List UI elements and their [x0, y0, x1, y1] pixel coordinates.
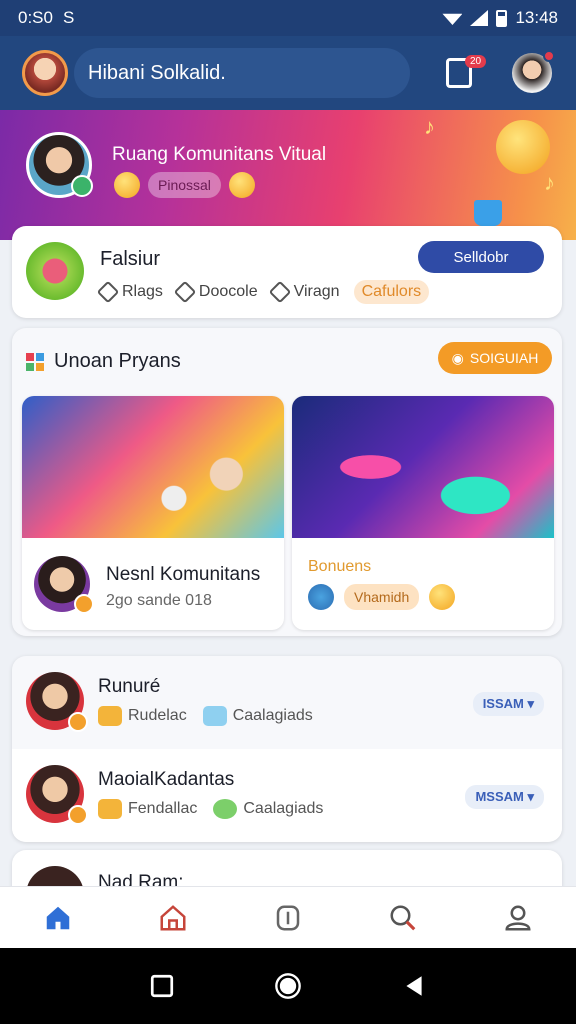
- hero-title: Ruang Komunitans Vitual: [112, 144, 327, 165]
- status-bar: 0:S0 S 13:48: [0, 0, 576, 36]
- box-icon: [98, 706, 122, 726]
- music-note-icon: ♪: [544, 170, 555, 195]
- search-icon[interactable]: [387, 902, 419, 934]
- profile-card[interactable]: Falsiur Rlags Doocole Viragn Cafulors Se…: [12, 226, 562, 318]
- arcade-image: [22, 396, 284, 538]
- featured-title: Unoan Pryans: [54, 350, 181, 372]
- verified-icon: [71, 175, 93, 197]
- globe-icon: [308, 584, 334, 610]
- app-bar: Hibani Solkalid. 20: [0, 36, 576, 110]
- badge-icon: [74, 594, 94, 614]
- tag-label: Viragn: [293, 283, 340, 300]
- star-emoji-icon: [228, 172, 255, 198]
- music-note-icon: ♪: [424, 114, 435, 139]
- list-title: Runuré: [98, 676, 161, 697]
- profile-card-avatar: [26, 242, 84, 300]
- list-meta: Rudelac: [128, 707, 187, 724]
- tag-label: Rlags: [122, 283, 163, 300]
- card-title: Nesnl Komunitans: [106, 564, 261, 585]
- profile-avatar[interactable]: [512, 50, 555, 93]
- grid-icon: [26, 352, 44, 371]
- store-icon[interactable]: [157, 902, 189, 934]
- card-pill[interactable]: Vhamidh: [344, 584, 420, 610]
- wifi-icon: [442, 13, 463, 25]
- list-chip[interactable]: ISSAM ▾: [472, 692, 544, 716]
- battery-icon: [496, 9, 508, 27]
- big-emoji-icon: [496, 120, 550, 174]
- notification-icon[interactable]: 20: [446, 55, 487, 88]
- badge-icon: [68, 805, 88, 825]
- tag-item[interactable]: Rlags: [96, 280, 163, 304]
- smile-emoji-icon: [114, 172, 140, 198]
- cup-icon: [474, 200, 502, 226]
- list-item[interactable]: MaoialKadantas Fendallac Caalagiads MSSA…: [12, 749, 562, 842]
- app-title: Hibani Solkalid.: [88, 61, 226, 84]
- status-clock: 13:48: [515, 8, 558, 27]
- tag-label: Doocole: [198, 283, 258, 300]
- circle-icon: ◉: [451, 349, 464, 366]
- community-list: Runuré Rudelac Caalagiads ISSAM ▾ Maoial…: [12, 656, 562, 842]
- signal-icon: [470, 10, 489, 26]
- recents-icon[interactable]: [149, 973, 175, 999]
- status-time: 0:S0: [18, 8, 53, 27]
- profile-icon[interactable]: [502, 902, 534, 934]
- card-avatar: [34, 556, 94, 614]
- star-icon: [268, 280, 291, 304]
- smile-icon: [213, 799, 238, 819]
- list-chip[interactable]: MSSAM ▾: [465, 785, 544, 809]
- hero-pill[interactable]: Pinossal: [148, 172, 221, 198]
- list-avatar: [26, 672, 88, 732]
- system-nav: [0, 948, 576, 1024]
- game-card[interactable]: Bonuens Vhamidh: [292, 396, 554, 630]
- status-indicator: S: [62, 8, 75, 27]
- game-card[interactable]: Nesnl Komunitans 2go sande 018: [22, 396, 284, 630]
- diamond-icon: [96, 280, 120, 304]
- badge-icon[interactable]: [272, 902, 304, 934]
- box-icon: [98, 799, 122, 819]
- card-subtitle: 2go sande 018: [106, 592, 212, 609]
- featured-section: Unoan Pryans ◉ SOIGUIAH Nesnl Komunitans…: [12, 328, 562, 636]
- neon-arcade-image: [292, 396, 554, 538]
- hero-avatar: [26, 132, 93, 198]
- smile-emoji-icon: [429, 584, 456, 610]
- back-icon[interactable]: [401, 973, 427, 999]
- badge-icon: [68, 712, 88, 732]
- featured-action-button[interactable]: ◉ SOIGUIAH: [438, 342, 552, 374]
- app-title-pill[interactable]: Hibani Solkalid.: [74, 48, 410, 98]
- hero-banner[interactable]: Ruang Komunitans Vitual Pinossal ♪ ♪: [0, 110, 576, 240]
- profile-name: Falsiur: [100, 248, 161, 270]
- home-icon[interactable]: [42, 902, 74, 934]
- profile-action-button[interactable]: Selldobr: [418, 241, 544, 273]
- notification-badge: 20: [465, 55, 487, 68]
- list-avatar: [26, 765, 88, 825]
- list-meta: Fendallac: [128, 800, 198, 817]
- list-meta: Caalagiads: [232, 707, 313, 724]
- highlight-tag[interactable]: Cafulors: [353, 280, 430, 304]
- tag-item[interactable]: Viragn: [268, 280, 340, 304]
- bottom-nav: [0, 886, 576, 948]
- list-title: MaoialKadantas: [98, 769, 235, 790]
- tag-item[interactable]: Doocole: [173, 280, 258, 304]
- list-meta: Caalagiads: [243, 800, 324, 817]
- online-dot: [543, 50, 555, 62]
- home-button-icon[interactable]: [274, 972, 302, 1000]
- box-icon: [202, 706, 227, 726]
- featured-button-label: SOIGUIAH: [469, 350, 539, 366]
- card-title: Bonuens: [308, 558, 372, 575]
- user-avatar[interactable]: [22, 50, 68, 96]
- list-item[interactable]: Runuré Rudelac Caalagiads ISSAM ▾: [12, 656, 562, 749]
- diamond-icon: [173, 280, 197, 304]
